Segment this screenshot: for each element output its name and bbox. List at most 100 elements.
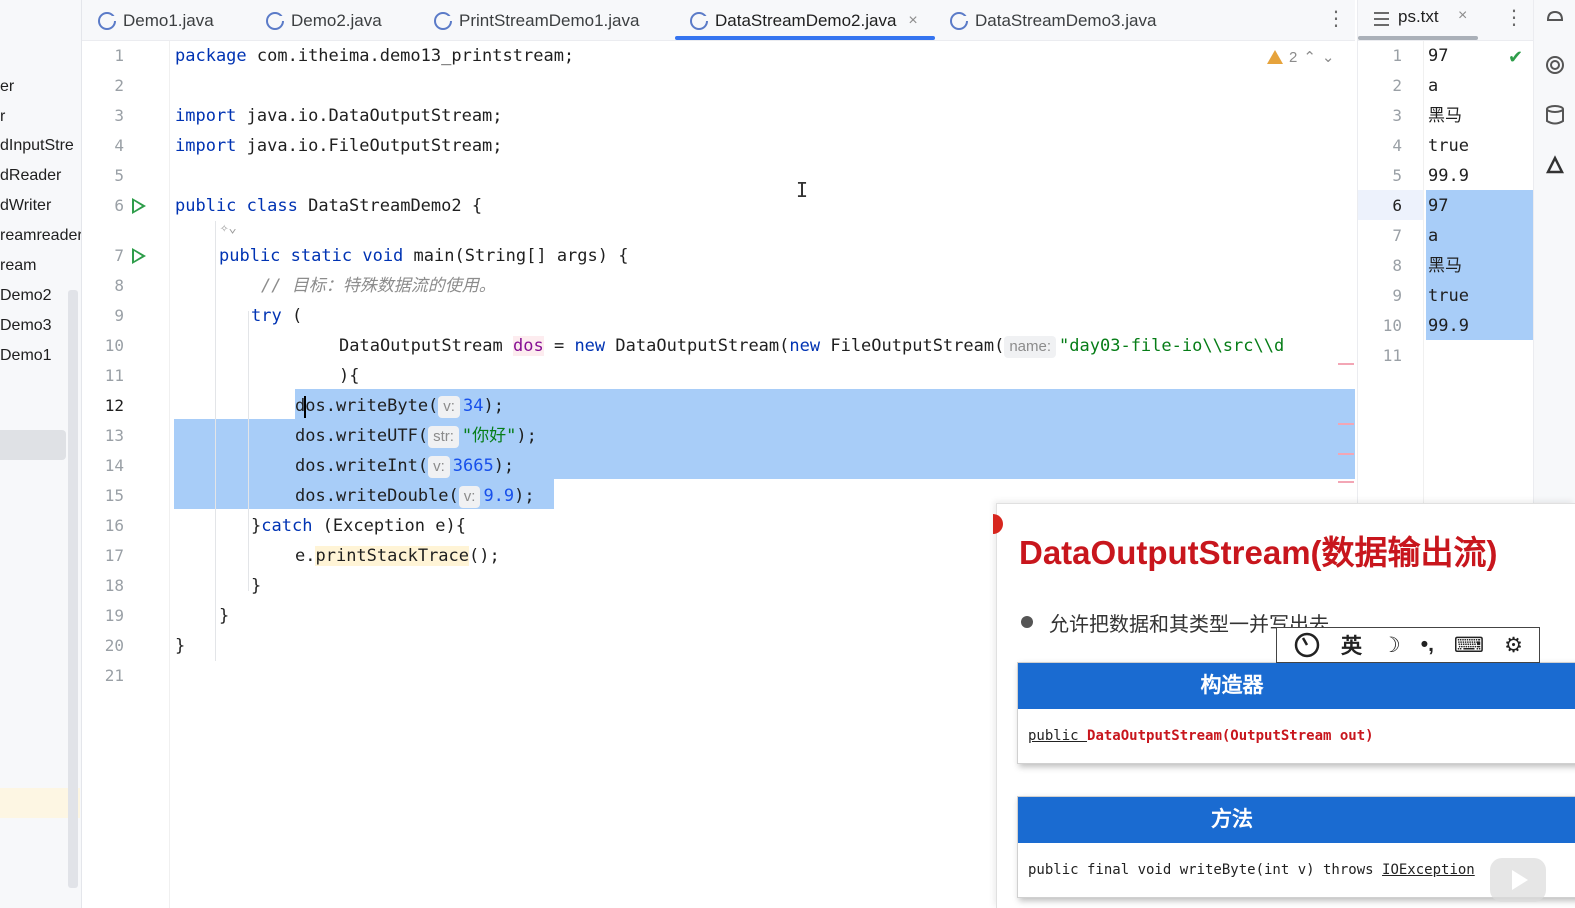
java-class-icon — [266, 11, 285, 30]
tab-label: DataStreamDemo3.java — [975, 10, 1157, 30]
current-line-number: 6 — [1392, 196, 1402, 215]
line-number: 8 — [114, 276, 124, 295]
punctuation-icon[interactable]: •, — [1421, 633, 1434, 657]
code-line: } — [251, 576, 262, 596]
text-line: true — [1428, 286, 1469, 306]
tab-printstreamdemo1[interactable]: PrintStreamDemo1.java — [434, 0, 639, 41]
param-hint: v: — [438, 396, 460, 418]
line-number: 10 — [104, 336, 124, 355]
line-number: 15 — [104, 486, 124, 505]
project-item[interactable]: er — [0, 74, 14, 100]
java-class-icon — [950, 11, 969, 30]
param-hint: str: — [428, 426, 459, 448]
code-line: } — [219, 606, 230, 626]
project-item[interactable]: reamreader — [0, 223, 81, 249]
chevron-down-icon[interactable]: ⌄ — [1322, 48, 1335, 66]
warning-icon — [1267, 50, 1283, 64]
line-number: 13 — [104, 426, 124, 445]
tab-ps-txt[interactable]: ps.txt × ⋮ — [1358, 0, 1534, 41]
spiral-icon[interactable] — [1544, 54, 1566, 76]
ime-logo-icon[interactable] — [1293, 631, 1321, 659]
run-class-icon[interactable] — [132, 198, 146, 214]
error-stripe-mark[interactable] — [1338, 453, 1354, 455]
tab-label: ps.txt — [1398, 7, 1439, 26]
code-line: ){ — [339, 366, 360, 386]
line-number: 1 — [1392, 46, 1402, 65]
project-item[interactable]: Demo1 — [0, 343, 52, 369]
code-line: dos.writeUTF(str: "你好"); — [295, 426, 537, 448]
database-icon[interactable] — [1544, 104, 1566, 126]
mouse-ibeam-icon: I — [796, 178, 809, 202]
line-number: 14 — [104, 456, 124, 475]
line-number: 11 — [104, 366, 124, 385]
line-number: 6 — [114, 196, 124, 215]
moon-icon[interactable]: ☽ — [1382, 633, 1401, 658]
project-item[interactable]: Demo3 — [0, 313, 52, 339]
param-hint: v: — [428, 456, 450, 478]
tab-demo2[interactable]: Demo2.java — [266, 0, 382, 41]
ai-assist-icon[interactable]: ✧⌄ — [220, 213, 237, 243]
project-item[interactable]: dInputStre — [0, 133, 74, 159]
project-item[interactable]: dWriter — [0, 193, 51, 219]
tab-menu-icon[interactable]: ⋮ — [1326, 6, 1346, 31]
param-hint: name: — [1004, 336, 1057, 358]
tab-label: Demo2.java — [291, 10, 382, 30]
ai-assistant-icon[interactable] — [1544, 154, 1566, 176]
tab-label: PrintStreamDemo1.java — [459, 10, 640, 30]
project-selected-row[interactable] — [0, 430, 66, 460]
tab-datastreamdemo3[interactable]: DataStreamDemo3.java — [950, 0, 1156, 41]
line-number: 4 — [1392, 136, 1402, 155]
checkmark-icon: ✔ — [1508, 47, 1524, 67]
project-item[interactable]: ream — [0, 253, 36, 279]
line-number: 5 — [1392, 166, 1402, 185]
close-icon[interactable]: × — [1458, 7, 1467, 25]
text-line: 99.9 — [1428, 166, 1469, 186]
project-item[interactable]: dReader — [0, 163, 61, 189]
line-number: 1 — [114, 46, 124, 65]
code-line: import java.io.FileOutputStream; — [175, 136, 503, 156]
error-stripe-mark[interactable] — [1338, 423, 1354, 425]
warning-count: 2 — [1289, 48, 1298, 66]
error-stripe-mark[interactable] — [1338, 363, 1354, 365]
keyboard-icon[interactable]: ⌨ — [1454, 633, 1484, 658]
code-line: dos.writeInt(v: 3665); — [295, 456, 515, 478]
line-number: 17 — [104, 546, 124, 565]
tab-menu-icon[interactable]: ⋮ — [1504, 5, 1524, 30]
project-item[interactable]: r — [0, 104, 5, 130]
slide-title: DataOutputStream(数据输出流) — [1019, 534, 1498, 571]
chevron-up-icon[interactable]: ⌃ — [1303, 48, 1316, 66]
code-line: dos.writeDouble(v: 9.9); — [295, 486, 535, 508]
tab-demo1[interactable]: Demo1.java — [98, 0, 214, 41]
ime-language-toggle[interactable]: 英 — [1341, 630, 1362, 660]
tab-datastreamdemo2[interactable]: DataStreamDemo2.java × — [690, 0, 918, 41]
constructor-box: 构造器 public DataOutputStream(OutputStream… — [1017, 662, 1575, 764]
text-file-icon — [1374, 12, 1389, 26]
code-line: } — [175, 636, 186, 656]
text-line: 97 — [1428, 196, 1449, 216]
text-caret — [304, 396, 306, 418]
error-stripe-mark[interactable] — [1338, 481, 1354, 483]
java-class-icon — [690, 11, 709, 30]
text-line: a — [1428, 226, 1439, 246]
run-main-icon[interactable] — [132, 248, 146, 264]
line-number: 2 — [114, 76, 124, 95]
tab-label: DataStreamDemo2.java — [715, 10, 897, 30]
notifications-icon[interactable] — [1544, 6, 1566, 28]
inspection-widget[interactable]: 2 ⌃ ⌄ — [1267, 48, 1335, 66]
project-scrollbar[interactable] — [68, 290, 78, 888]
project-item[interactable]: Demo2 — [0, 283, 52, 309]
play-icon[interactable] — [1490, 858, 1546, 902]
line-number: 16 — [104, 516, 124, 535]
text-line: true — [1428, 136, 1469, 156]
line-number: 10 — [1382, 316, 1402, 335]
line-number: 20 — [104, 636, 124, 655]
gear-icon[interactable]: ⚙ — [1504, 633, 1523, 658]
code-line: e.printStackTrace(); — [295, 546, 500, 566]
methods-header: 方法 — [1018, 797, 1575, 843]
close-icon[interactable]: × — [908, 12, 917, 30]
indent-guide — [215, 221, 216, 661]
text-line: 黑马 — [1428, 106, 1462, 126]
indent-guide — [248, 311, 249, 591]
code-comment: // 目标：特殊数据流的使用。 — [261, 276, 496, 296]
param-hint: v: — [458, 486, 481, 508]
